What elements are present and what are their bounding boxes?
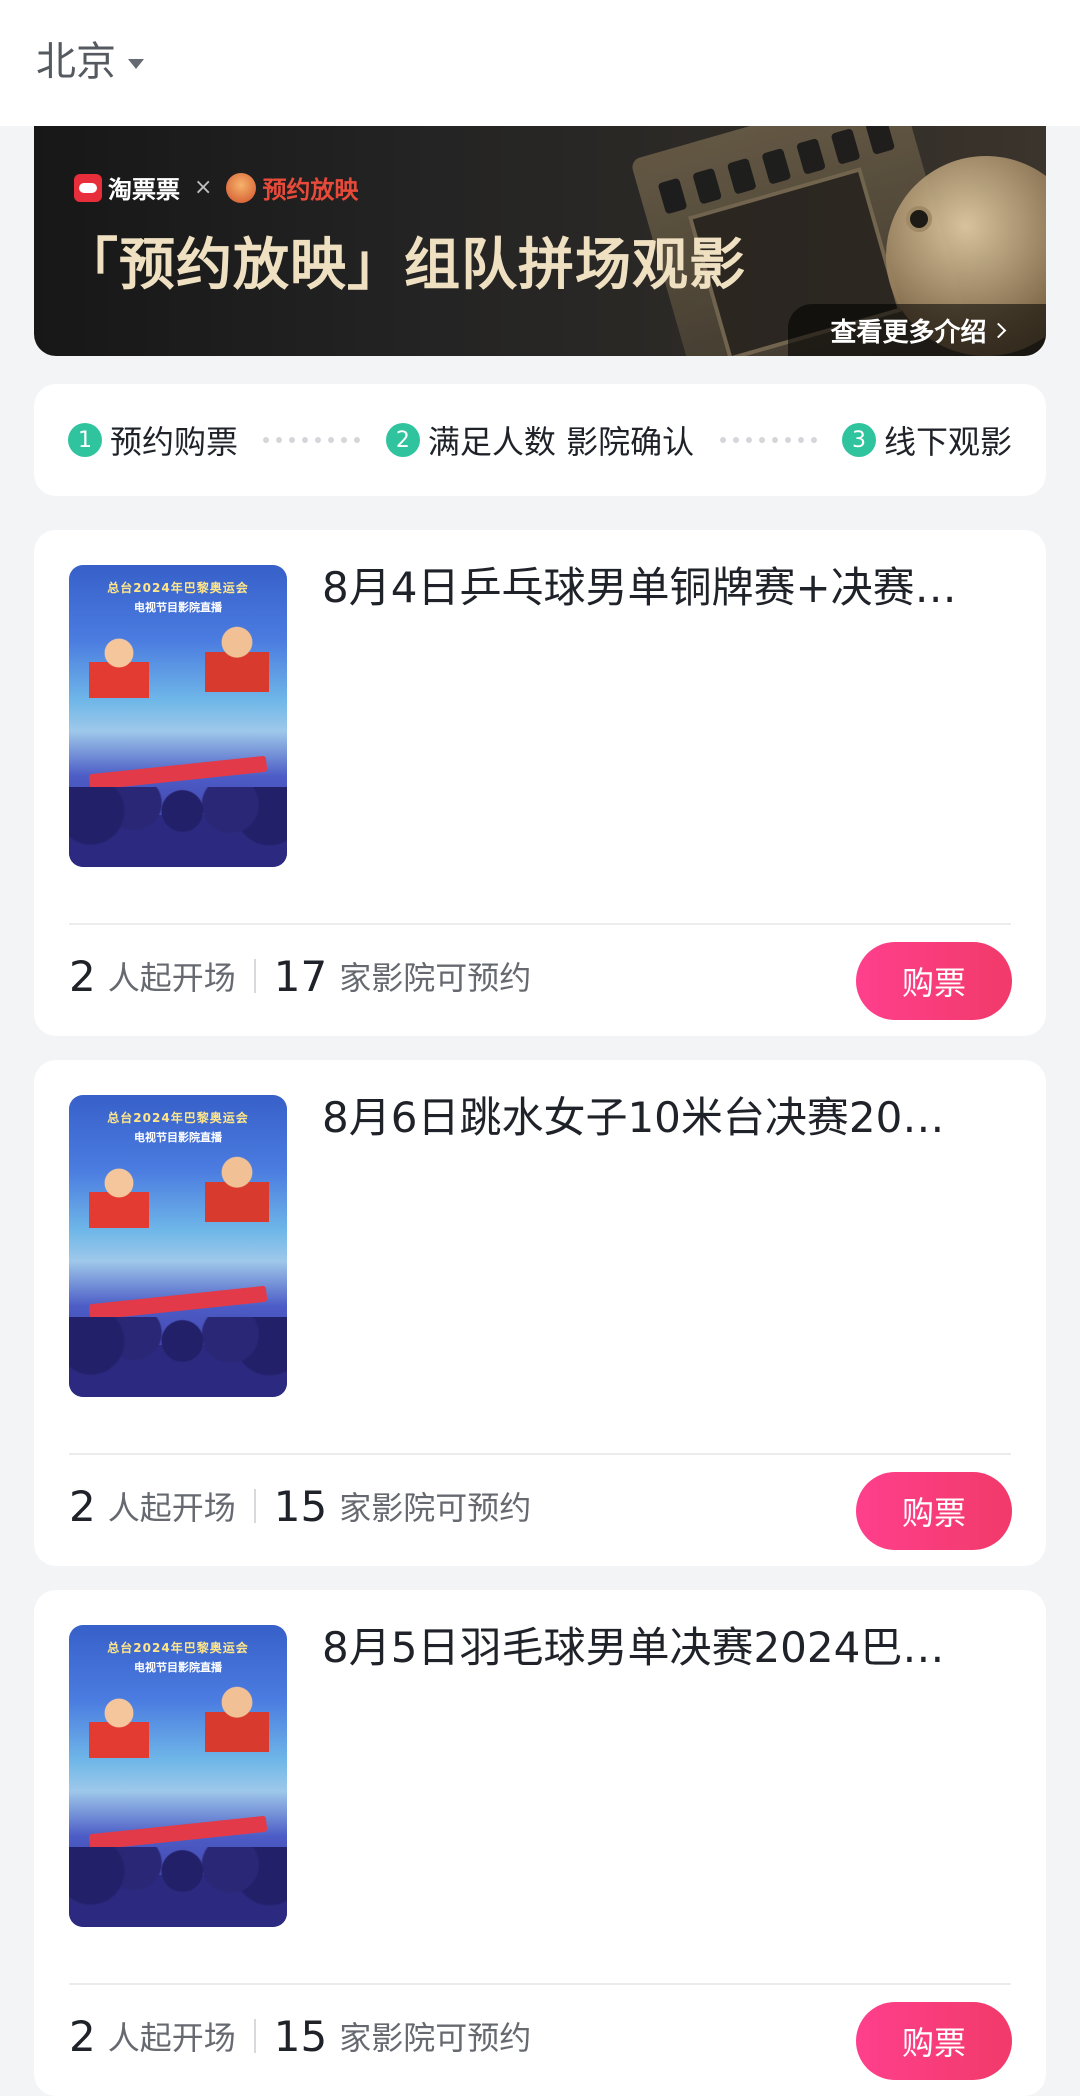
event-title[interactable]: 8月6日跳水女子10米台决赛2024巴黎奥运会 — [322, 1088, 962, 1148]
event-meta: 2 人起开场 15 家影院可预约 — [69, 1474, 531, 1538]
min-people-label: 人起开场 — [107, 2019, 236, 2057]
min-people-count: 2 — [69, 951, 96, 1001]
min-people-count: 2 — [69, 1481, 96, 1531]
poster-title: 总台2024年巴黎奥运会 — [107, 1111, 249, 1125]
buy-ticket-button[interactable]: 购票 — [856, 942, 1012, 1020]
event-poster[interactable]: 总台2024年巴黎奥运会 电视节目影院直播 — [69, 1095, 287, 1397]
step-label: 预约购票 — [110, 423, 239, 461]
meta-separator — [253, 959, 256, 993]
event-poster[interactable]: 总台2024年巴黎奥运会 电视节目影院直播 — [69, 565, 287, 867]
buy-ticket-button[interactable]: 购票 — [856, 2002, 1012, 2080]
cinema-count: 17 — [273, 951, 328, 1001]
step-connector — [694, 437, 842, 443]
banner-title: 「预约放映」组队拼场观影 — [62, 233, 746, 298]
event-meta: 2 人起开场 15 家影院可预约 — [69, 2004, 531, 2068]
step-label: 满足人数 影院确认 — [427, 423, 695, 461]
cinema-label: 家影院可预约 — [339, 1489, 532, 1527]
event-card[interactable]: 总台2024年巴黎奥运会 电视节目影院直播 8月5日羽毛球男单决赛2024巴黎奥… — [34, 1590, 1046, 2096]
step-label: 线下观影 — [883, 423, 1012, 461]
poster-title: 总台2024年巴黎奥运会 — [107, 1641, 249, 1655]
city-label: 北京 — [36, 39, 116, 85]
step-number-badge: 1 — [68, 423, 102, 457]
poster-subtitle: 电视节目影院直播 — [134, 601, 222, 614]
reservation-screening-logo-icon — [226, 172, 257, 203]
buy-ticket-button[interactable]: 购票 — [856, 1472, 1012, 1550]
event-poster[interactable]: 总台2024年巴黎奥运会 电视节目影院直播 — [69, 1625, 287, 1927]
city-selector[interactable]: 北京 — [36, 36, 144, 88]
event-meta: 2 人起开场 17 家影院可预约 — [69, 944, 531, 1008]
brand-taopiaopiao: 淘票票 — [108, 176, 180, 204]
poster-subtitle: 电视节目影院直播 — [134, 1661, 222, 1674]
more-intro-label: 查看更多介绍 — [830, 317, 987, 348]
meta-separator — [253, 2019, 256, 2053]
poster-title: 总台2024年巴黎奥运会 — [107, 581, 249, 595]
event-card[interactable]: 总台2024年巴黎奥运会 电视节目影院直播 8月6日跳水女子10米台决赛2024… — [34, 1060, 1046, 1566]
step-1: 1 预约购票 — [68, 417, 238, 463]
caret-down-icon — [128, 59, 144, 69]
more-intro-button[interactable]: 查看更多介绍 — [788, 304, 1046, 356]
header: 北京 — [0, 0, 1080, 126]
step-number-badge: 2 — [385, 423, 420, 457]
brand-reservation-screening: 预约放映 — [262, 176, 359, 204]
cinema-label: 家影院可预约 — [339, 959, 532, 997]
step-3: 3 线下观影 — [841, 417, 1012, 463]
brand-line: 淘票票 × 预约放映 — [74, 170, 358, 205]
promo-banner[interactable]: 淘票票 × 预约放映 「预约放映」组队拼场观影 查看更多介绍 — [34, 126, 1046, 356]
event-card[interactable]: 总台2024年巴黎奥运会 电视节目影院直播 8月4日乒乓球男单铜牌赛+决赛202… — [34, 530, 1046, 1036]
taopiaopiao-logo-icon — [74, 173, 102, 202]
cinema-label: 家影院可预约 — [339, 2019, 532, 2057]
meta-separator — [253, 1489, 256, 1523]
min-people-count: 2 — [69, 2011, 96, 2061]
min-people-label: 人起开场 — [107, 1489, 236, 1527]
cinema-count: 15 — [273, 1481, 328, 1531]
step-2: 2 满足人数 影院确认 — [385, 417, 695, 463]
cinema-count: 15 — [273, 2011, 328, 2061]
chevron-right-icon — [990, 322, 1006, 338]
event-title[interactable]: 8月4日乒乓球男单铜牌赛+决赛2024巴黎奥运会 — [322, 558, 962, 618]
step-number-badge: 3 — [841, 423, 876, 457]
min-people-label: 人起开场 — [107, 959, 236, 997]
poster-subtitle: 电视节目影院直播 — [134, 1131, 222, 1144]
divider — [69, 923, 1011, 925]
divider — [69, 1983, 1011, 1985]
event-title[interactable]: 8月5日羽毛球男单决赛2024巴黎奥运会 — [322, 1618, 962, 1678]
divider — [69, 1453, 1011, 1455]
step-connector — [238, 437, 386, 443]
brand-cross: × — [194, 175, 213, 200]
steps-bar: 1 预约购票 2 满足人数 影院确认 3 线下观影 — [34, 384, 1046, 496]
